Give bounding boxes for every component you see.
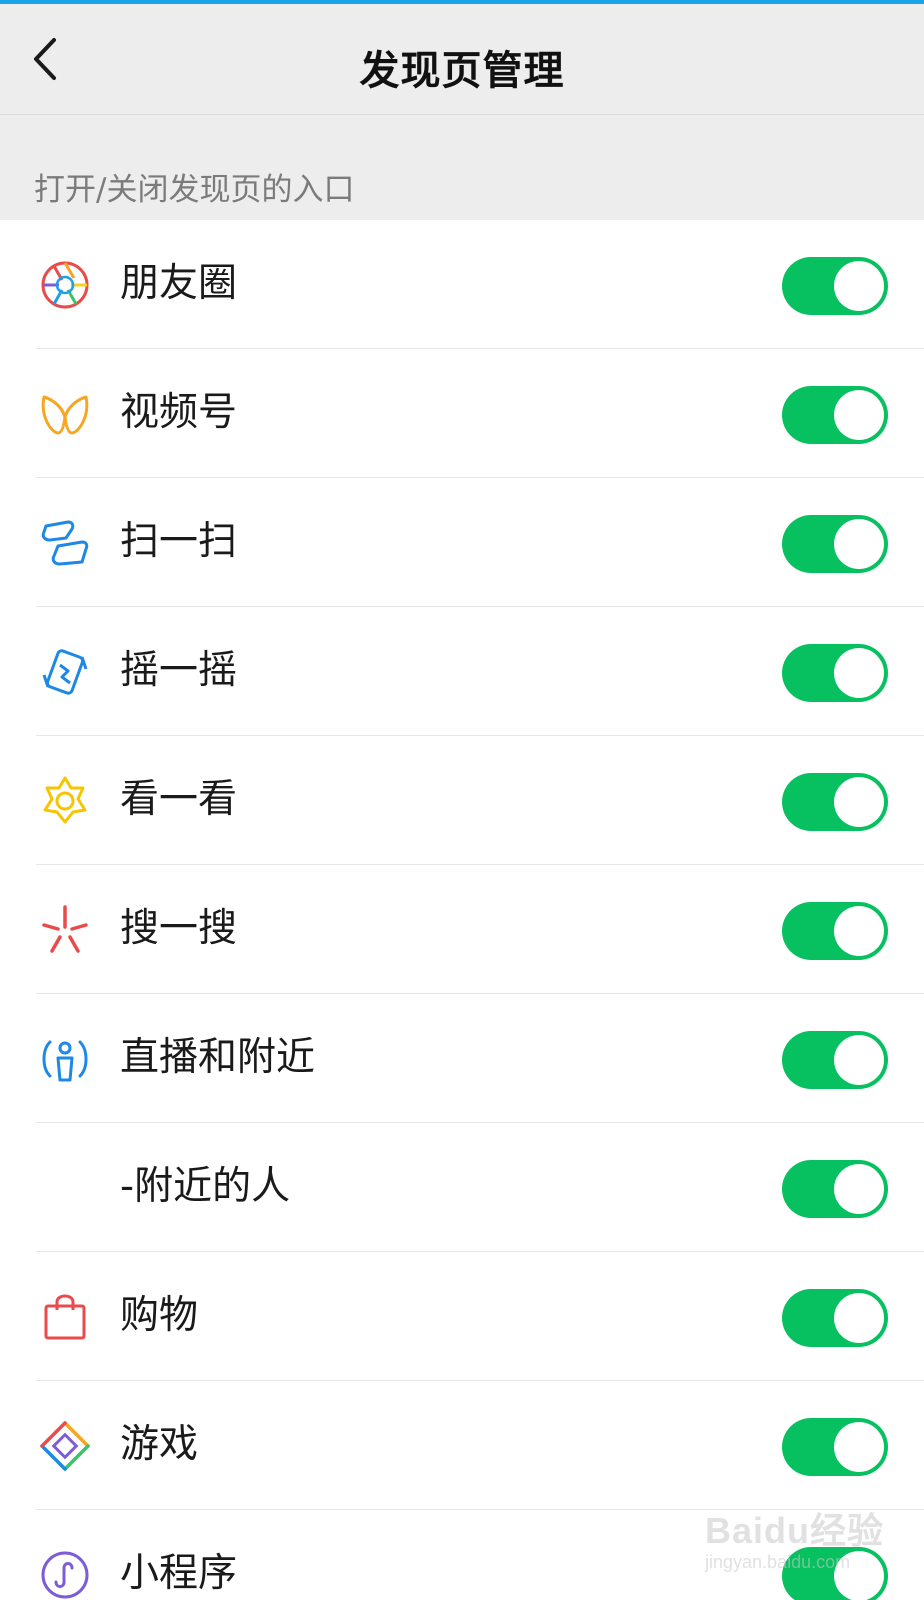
toggle-knob: [834, 519, 884, 569]
item-label: 搜一搜: [120, 906, 238, 951]
list-item-people-nearby: -附近的人: [0, 1123, 924, 1252]
toggle-scan[interactable]: [782, 515, 888, 573]
search-sparkle-icon: [38, 903, 92, 957]
discover-entries-list: 朋友圈 视频号 扫一扫 摇一摇 看一看 搜一搜 直播和附近 -附近的人 购物 游…: [0, 220, 924, 1600]
toggle-knob: [834, 1035, 884, 1085]
toggle-knob: [834, 261, 884, 311]
list-item-shake: 摇一摇: [0, 607, 924, 736]
toggle-shopping[interactable]: [782, 1289, 888, 1347]
item-label: 扫一扫: [120, 519, 238, 564]
list-item-games: 游戏: [0, 1381, 924, 1510]
item-label: 视频号: [120, 390, 238, 435]
toggle-knob: [834, 1551, 884, 1600]
games-diamond-icon: [38, 1419, 92, 1473]
mini-programs-icon: [38, 1548, 92, 1600]
channels-butterfly-icon: [38, 387, 92, 441]
toggle-knob: [834, 390, 884, 440]
toggle-shake[interactable]: [782, 644, 888, 702]
item-label: 朋友圈: [120, 261, 238, 306]
list-item-channels: 视频号: [0, 349, 924, 478]
toggle-search[interactable]: [782, 902, 888, 960]
toggle-knob: [834, 906, 884, 956]
item-label: 直播和附近: [120, 1035, 316, 1080]
item-label: 看一看: [120, 777, 238, 822]
list-item-live-nearby: 直播和附近: [0, 994, 924, 1123]
toggle-live-nearby[interactable]: [782, 1031, 888, 1089]
scan-icon: [38, 516, 92, 570]
toggle-knob: [834, 1422, 884, 1472]
section-caption: 打开/关闭发现页的入口: [34, 172, 355, 208]
moments-aperture-icon: [38, 258, 92, 312]
toggle-knob: [834, 777, 884, 827]
shake-icon: [38, 645, 92, 699]
top-stories-star-icon: [38, 774, 92, 828]
shopping-bag-icon: [38, 1290, 92, 1344]
list-item-scan: 扫一扫: [0, 478, 924, 607]
toggle-top-stories[interactable]: [782, 773, 888, 831]
toggle-games[interactable]: [782, 1418, 888, 1476]
toggle-knob: [834, 1164, 884, 1214]
list-item-mini-programs: 小程序: [0, 1510, 924, 1600]
toggle-moments[interactable]: [782, 257, 888, 315]
item-label: 小程序: [120, 1551, 238, 1596]
item-label: 摇一摇: [120, 648, 238, 693]
item-label: 购物: [120, 1293, 199, 1338]
item-label: -附近的人: [120, 1164, 291, 1209]
toggle-mini-programs[interactable]: [782, 1547, 888, 1600]
toggle-knob: [834, 1293, 884, 1343]
list-item-shopping: 购物: [0, 1252, 924, 1381]
toggle-channels[interactable]: [782, 386, 888, 444]
toggle-people-nearby[interactable]: [782, 1160, 888, 1218]
page-title: 发现页管理: [359, 48, 565, 94]
navigation-bar: 发现页管理: [0, 4, 924, 115]
list-item-top-stories: 看一看: [0, 736, 924, 865]
list-item-moments: 朋友圈: [0, 220, 924, 349]
list-item-search: 搜一搜: [0, 865, 924, 994]
live-nearby-icon: [38, 1032, 92, 1086]
toggle-knob: [834, 648, 884, 698]
item-label: 游戏: [120, 1422, 199, 1467]
